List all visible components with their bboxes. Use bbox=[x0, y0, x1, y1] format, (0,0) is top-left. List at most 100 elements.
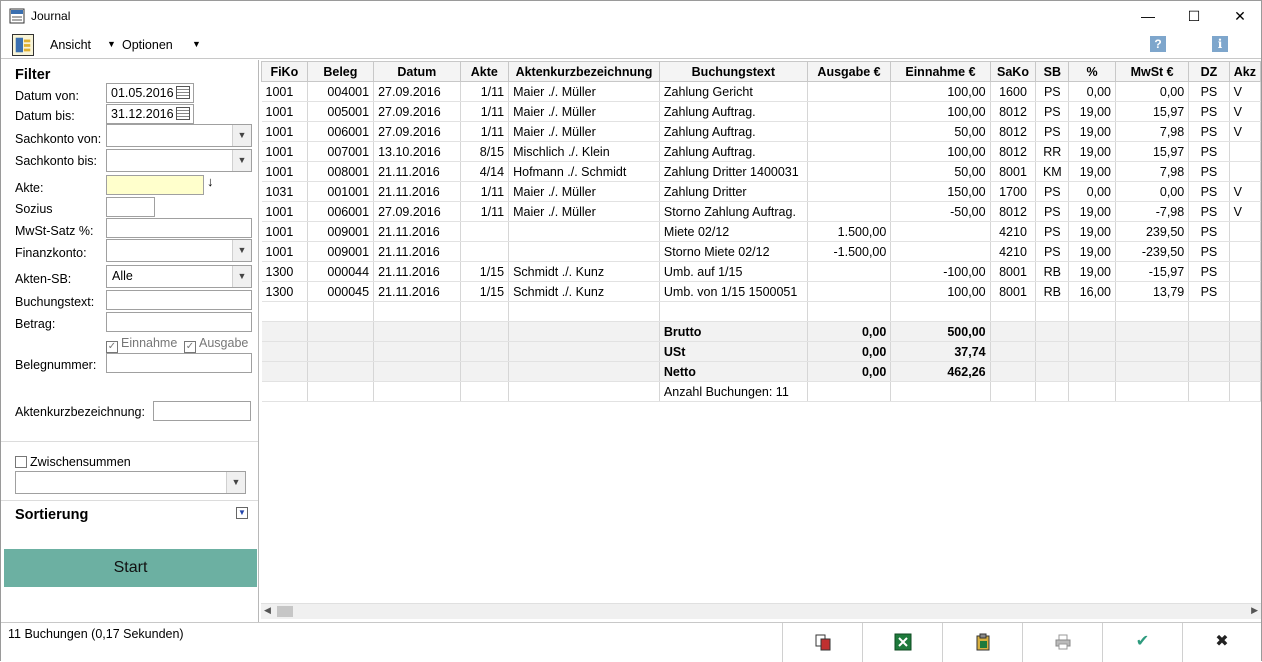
table-cell: 19,00 bbox=[1068, 101, 1116, 122]
table-row[interactable]: 1001 006001 27.09.2016 1/11 Maier ./. Müller… bbox=[261, 201, 1261, 222]
optionen-dropdown-icon[interactable]: ▼ bbox=[192, 39, 201, 49]
cancel-button[interactable]: ✖ bbox=[1182, 623, 1261, 662]
column-header[interactable]: SaKo bbox=[989, 61, 1037, 82]
akte-arrow-icon[interactable]: ↓ bbox=[207, 174, 214, 189]
table-cell: 19,00 bbox=[1068, 201, 1116, 222]
minimize-button[interactable]: — bbox=[1125, 1, 1171, 31]
scrollbar-thumb[interactable] bbox=[277, 606, 293, 617]
ausgabe-checkbox[interactable]: ✓ Ausgabe bbox=[184, 336, 248, 353]
table-cell: 006001 bbox=[307, 121, 375, 142]
table-cell: V bbox=[1229, 81, 1261, 102]
table-cell: 1001 bbox=[261, 141, 308, 162]
table-row[interactable]: 1001 006001 27.09.2016 1/11 Maier ./. Müller… bbox=[261, 121, 1261, 142]
sortierung-heading[interactable]: Sortierung bbox=[15, 507, 88, 523]
aktenkurz-field[interactable] bbox=[153, 401, 251, 421]
column-header[interactable]: MwSt € bbox=[1114, 61, 1190, 82]
akten-sb-select[interactable]: Alle ▼ bbox=[106, 265, 252, 288]
info-icon[interactable]: i bbox=[1212, 36, 1228, 52]
betrag-field[interactable] bbox=[106, 312, 252, 332]
column-header[interactable]: % bbox=[1068, 61, 1116, 82]
table-row[interactable]: 1031 001001 21.11.2016 1/11 Maier ./. Müller… bbox=[261, 181, 1261, 202]
finanzkonto-select[interactable]: ▼ bbox=[106, 239, 252, 262]
table-cell bbox=[1188, 321, 1230, 342]
table-cell bbox=[508, 341, 660, 362]
expand-double-chevron-icon[interactable]: ▼ bbox=[236, 507, 248, 519]
column-header[interactable]: Datum bbox=[373, 61, 461, 82]
column-header[interactable]: Einnahme € bbox=[890, 61, 991, 82]
column-header[interactable]: Akte bbox=[459, 61, 510, 82]
ok-check-icon: ✔ bbox=[1135, 633, 1150, 650]
ok-button[interactable]: ✔ bbox=[1102, 623, 1182, 662]
scroll-right-icon[interactable]: ▶ bbox=[1251, 605, 1258, 616]
sozius-field[interactable] bbox=[106, 197, 155, 217]
belegnummer-field[interactable] bbox=[106, 353, 252, 373]
table-cell: 1/11 bbox=[460, 81, 510, 102]
column-header[interactable]: DZ bbox=[1188, 61, 1230, 82]
einnahme-checkbox[interactable]: ✓ Einnahme bbox=[106, 336, 177, 353]
chevron-down-icon[interactable]: ▼ bbox=[226, 472, 245, 493]
ansicht-dropdown-icon[interactable]: ▼ bbox=[107, 39, 116, 49]
menu-optionen[interactable]: Optionen bbox=[122, 38, 173, 52]
table-cell: -1.500,00 bbox=[807, 241, 892, 262]
table-cell bbox=[307, 341, 375, 362]
table-row[interactable]: 1001 005001 27.09.2016 1/11 Maier ./. Müller… bbox=[261, 101, 1261, 122]
sachkonto-bis-select[interactable]: ▼ bbox=[106, 149, 252, 172]
calendar-icon[interactable] bbox=[176, 86, 190, 99]
table-cell: 7,98 bbox=[1115, 121, 1190, 142]
column-header[interactable]: Ausgabe € bbox=[806, 61, 892, 82]
betrag-label: Betrag: bbox=[15, 317, 56, 331]
table-row[interactable]: 1300 000044 21.11.2016 1/15 Schmidt ./. Kunz… bbox=[261, 261, 1261, 282]
table-row[interactable]: 1001 009001 21.11.2016 Storno Miete 02/12 -1… bbox=[261, 241, 1261, 262]
table-row[interactable]: 1001 009001 21.11.2016 Miete 02/12 1.500,00 4… bbox=[261, 221, 1261, 242]
table-cell bbox=[460, 381, 510, 402]
journal-logo-icon[interactable] bbox=[12, 34, 34, 56]
column-header[interactable]: Beleg bbox=[306, 61, 375, 82]
table-cell: Maier ./. Müller bbox=[508, 101, 660, 122]
table-cell: PS bbox=[1035, 241, 1070, 262]
checkmark-icon: ✓ bbox=[184, 341, 196, 353]
datum-bis-field[interactable]: 31.12.2016 bbox=[106, 104, 194, 124]
chevron-down-icon[interactable]: ▼ bbox=[232, 125, 251, 146]
chevron-down-icon[interactable]: ▼ bbox=[232, 150, 251, 171]
horizontal-scrollbar[interactable]: ◀ ▶ bbox=[261, 603, 1261, 619]
menu-ansicht[interactable]: Ansicht bbox=[50, 38, 91, 52]
clipboard-button[interactable] bbox=[942, 623, 1022, 662]
mwst-field[interactable] bbox=[106, 218, 252, 238]
chevron-down-icon[interactable]: ▼ bbox=[232, 240, 251, 261]
table-cell bbox=[1068, 381, 1116, 402]
table-cell bbox=[1188, 381, 1230, 402]
datum-von-field[interactable]: 01.05.2016 bbox=[106, 83, 194, 103]
close-button[interactable]: ✕ bbox=[1217, 1, 1262, 31]
table-cell: 21.11.2016 bbox=[373, 261, 461, 282]
table-row[interactable]: 1001 004001 27.09.2016 1/11 Maier ./. Müller… bbox=[261, 81, 1261, 102]
column-header[interactable]: Aktenkurzbezeichnung bbox=[508, 61, 660, 82]
table-row[interactable]: 1001 008001 21.11.2016 4/14 Hofmann ./. Schm… bbox=[261, 161, 1261, 182]
maximize-button[interactable]: ☐ bbox=[1171, 1, 1217, 31]
copy-button[interactable] bbox=[782, 623, 862, 662]
start-button[interactable]: Start bbox=[4, 549, 257, 587]
clipboard-icon bbox=[976, 633, 989, 651]
column-header[interactable]: SB bbox=[1035, 61, 1070, 82]
scroll-left-icon[interactable]: ◀ bbox=[264, 605, 271, 616]
akte-field[interactable] bbox=[106, 175, 204, 195]
column-header[interactable]: Buchungstext bbox=[658, 61, 808, 82]
print-button[interactable] bbox=[1022, 623, 1102, 662]
chevron-down-icon[interactable]: ▼ bbox=[232, 266, 251, 287]
help-icon[interactable]: ? bbox=[1150, 36, 1166, 52]
calendar-icon[interactable] bbox=[176, 107, 190, 120]
sachkonto-von-select[interactable]: ▼ bbox=[106, 124, 252, 147]
table-cell: 21.11.2016 bbox=[373, 181, 461, 202]
table-body: 1001 004001 27.09.2016 1/11 Maier ./. Müller… bbox=[261, 81, 1261, 402]
table-cell: 1.500,00 bbox=[807, 221, 892, 242]
table-cell: 13.10.2016 bbox=[373, 141, 461, 162]
buchungstext-field[interactable] bbox=[106, 290, 252, 310]
column-header[interactable]: Akz bbox=[1228, 61, 1261, 82]
table-cell: Zahlung Dritter bbox=[659, 181, 808, 202]
table-row[interactable]: 1001 007001 13.10.2016 8/15 Mischlich ./. Kl… bbox=[261, 141, 1261, 162]
zwischensummen-select[interactable]: ▼ bbox=[15, 471, 246, 494]
table-cell bbox=[460, 221, 510, 242]
zwischensummen-checkbox[interactable]: Zwischensummen bbox=[15, 455, 131, 469]
column-header[interactable]: FiKo bbox=[261, 61, 308, 82]
excel-export-button[interactable] bbox=[862, 623, 942, 662]
table-row[interactable]: 1300 000045 21.11.2016 1/15 Schmidt ./. Kunz… bbox=[261, 281, 1261, 302]
